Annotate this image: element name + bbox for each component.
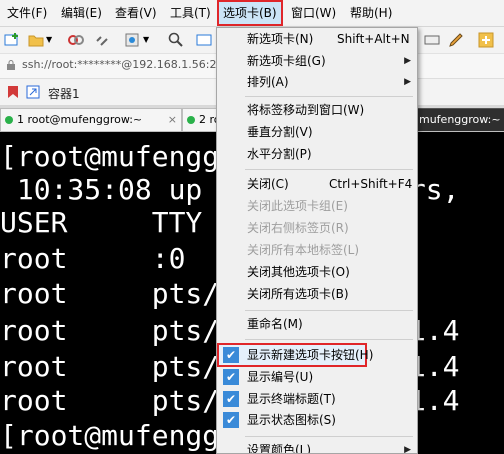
close-icon[interactable]: ×	[168, 109, 177, 131]
properties-icon[interactable]	[124, 32, 140, 48]
menu-item-split-vertical[interactable]: 垂直分割(V)	[217, 121, 417, 143]
menu-item-label: 显示终端标题(T)	[247, 392, 336, 406]
menu-item-label: 水平分割(P)	[247, 147, 312, 161]
menu-item-shortcut: Ctrl+Shift+F4	[329, 177, 413, 191]
menu-item-label: 显示新建选项卡按钮(H)	[247, 348, 374, 362]
terminal-line: USER TTY	[0, 206, 203, 239]
menu-item-label: 垂直分割(V)	[247, 125, 313, 139]
menu-separator	[245, 310, 413, 311]
menu-file[interactable]: 文件(F)	[7, 0, 47, 26]
menu-item-new-tab[interactable]: 新选项卡(N) Shift+Alt+N	[217, 28, 417, 50]
menu-item-close-tab-group[interactable]: 关闭此选项卡组(E)	[217, 195, 417, 217]
menu-help[interactable]: 帮助(H)	[350, 0, 392, 26]
menu-item-label: 显示状态图标(S)	[247, 413, 336, 427]
menu-separator	[245, 169, 413, 170]
add-icon[interactable]	[478, 32, 494, 48]
menu-item-label: 关闭所有本地标签(L)	[247, 243, 360, 257]
link-icon[interactable]	[94, 32, 110, 48]
menu-view[interactable]: 查看(V)	[115, 0, 157, 26]
status-dot	[5, 116, 13, 124]
menu-edit[interactable]: 编辑(E)	[61, 0, 102, 26]
tabs-dropdown-menu: 新选项卡(N) Shift+Alt+N 新选项卡组(G) ▶ 排列(A) ▶ 将…	[216, 27, 418, 454]
bookmark-icon[interactable]	[6, 85, 20, 99]
menu-item-label: 关闭所有选项卡(B)	[247, 287, 349, 301]
menu-item-label: 关闭此选项卡组(E)	[247, 199, 348, 213]
menu-tabs[interactable]: 选项卡(B)	[217, 0, 283, 26]
menu-item-label: 关闭右侧标签页(R)	[247, 221, 349, 235]
terminal-line: root pts/	[0, 314, 220, 347]
terminal-line: 10:35:08 up	[0, 173, 203, 206]
disconnect-icon[interactable]	[68, 32, 84, 48]
menu-item-arrange[interactable]: 排列(A) ▶	[217, 71, 417, 93]
check-icon: ✔	[223, 369, 239, 385]
menu-item-move-to-window[interactable]: 将标签移动到窗口(W)	[217, 99, 417, 121]
menu-separator	[245, 339, 413, 340]
terminal-line: root pts/	[0, 384, 220, 417]
menu-item-label: 重命名(M)	[247, 317, 303, 331]
terminal-line: root :0	[0, 242, 186, 275]
menu-item-label: 关闭(C)	[247, 177, 289, 191]
menu-item-label: 新选项卡组(G)	[247, 54, 326, 68]
address-text: ssh://root:********@192.168.1.56:2	[22, 58, 217, 71]
tab-1[interactable]: 1 root@mufenggrow:~ ×	[0, 108, 182, 131]
menu-separator	[245, 96, 413, 97]
menu-item-show-number[interactable]: ✔ 显示编号(U)	[217, 366, 417, 388]
menu-separator	[245, 436, 413, 437]
lock-icon	[7, 60, 15, 70]
tab-label: mufenggrow:~	[419, 113, 501, 126]
chevron-down-icon[interactable]: ▼	[143, 35, 149, 44]
menu-item-close-right-tabs[interactable]: 关闭右侧标签页(R)	[217, 217, 417, 239]
status-dot	[187, 116, 195, 124]
new-session-icon[interactable]	[4, 32, 20, 48]
menu-item-close[interactable]: 关闭(C) Ctrl+Shift+F4	[217, 173, 417, 195]
menubar: 文件(F) 编辑(E) 查看(V) 工具(T) 选项卡(B) 窗口(W) 帮助(…	[0, 0, 504, 27]
menu-item-rename[interactable]: 重命名(M)	[217, 313, 417, 335]
tab-right[interactable]: mufenggrow:~	[416, 108, 504, 131]
check-icon: ✔	[223, 347, 239, 363]
keyboard-icon[interactable]	[424, 32, 440, 48]
menu-item-new-tab-group[interactable]: 新选项卡组(G) ▶	[217, 50, 417, 72]
terminal-line: root pts/(	[0, 277, 237, 310]
open-folder-icon[interactable]	[28, 32, 44, 48]
check-icon: ✔	[223, 391, 239, 407]
screen-icon[interactable]	[196, 32, 212, 48]
menu-item-label: 显示编号(U)	[247, 370, 314, 384]
menu-item-split-horizontal[interactable]: 水平分割(P)	[217, 143, 417, 165]
pen-icon[interactable]	[448, 32, 464, 48]
menu-item-show-new-tab-button[interactable]: ✔ 显示新建选项卡按钮(H)	[217, 343, 373, 367]
menu-item-show-terminal-title[interactable]: ✔ 显示终端标题(T)	[217, 388, 417, 410]
menu-item-close-other-tabs[interactable]: 关闭其他选项卡(O)	[217, 261, 417, 283]
search-icon[interactable]	[168, 32, 184, 48]
menu-item-close-local-tabs[interactable]: 关闭所有本地标签(L)	[217, 239, 417, 261]
terminal-line: [root@mufengg	[0, 419, 220, 452]
container-label: 容器1	[48, 87, 80, 101]
menu-item-label: 将标签移动到窗口(W)	[247, 103, 365, 117]
menu-item-label: 关闭其他选项卡(O)	[247, 265, 350, 279]
menu-window[interactable]: 窗口(W)	[291, 0, 336, 26]
menu-item-label: 排列(A)	[247, 75, 289, 89]
tab-label: 1 root@mufenggrow:~	[17, 113, 143, 126]
menu-item-label: 新选项卡(N)	[247, 32, 314, 46]
menu-tools[interactable]: 工具(T)	[170, 0, 211, 26]
menu-item-close-all-tabs[interactable]: 关闭所有选项卡(B)	[217, 283, 417, 305]
submenu-arrow-icon: ▶	[404, 56, 411, 66]
menu-item-show-status-icon[interactable]: ✔ 显示状态图标(S)	[217, 409, 417, 431]
chevron-down-icon[interactable]: ▼	[46, 35, 52, 44]
terminal-line: root pts/	[0, 350, 220, 383]
container-icon[interactable]	[26, 85, 40, 99]
check-icon: ✔	[223, 412, 239, 428]
terminal-line: [root@mufengg	[0, 140, 220, 173]
menu-item-shortcut: Shift+Alt+N	[337, 32, 410, 46]
submenu-arrow-icon: ▶	[404, 77, 411, 87]
